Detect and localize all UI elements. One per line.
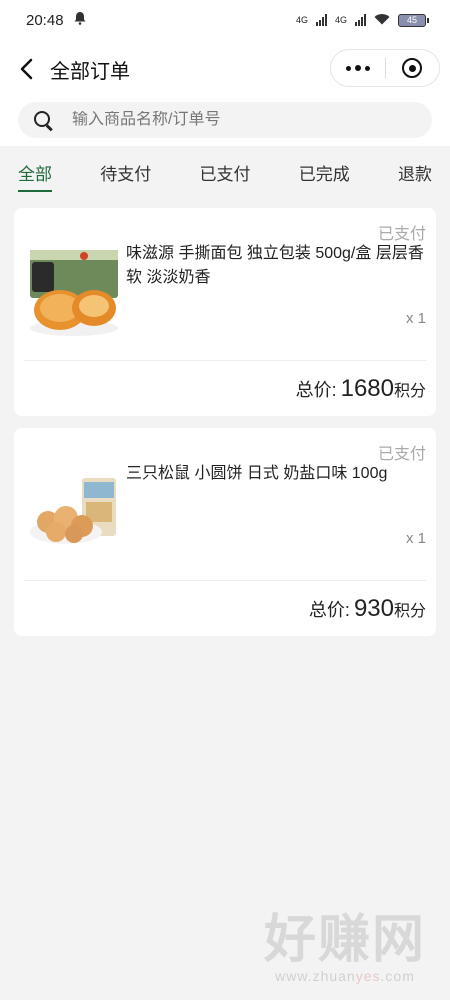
biscuit-pack-image (30, 478, 116, 544)
back-button[interactable] (16, 54, 36, 84)
bread-box-image (30, 250, 118, 336)
tab-completed[interactable]: 已完成 (299, 146, 350, 198)
target-circle-icon (402, 58, 423, 78)
watermark-url-part: yes (355, 968, 381, 984)
status-time: 20:48 (26, 11, 64, 29)
tab-pending-payment[interactable]: 待支付 (100, 146, 151, 198)
order-card[interactable]: 已支付 味滋源 手撕面包 独立包装 500g/盒 层层香软 淡淡奶香 x 1 总… (14, 208, 436, 416)
chevron-left-icon (20, 58, 33, 80)
order-total: 总价: 1680 积分 (24, 360, 426, 416)
signal-icon (315, 14, 327, 26)
battery-icon: 45 (398, 13, 429, 27)
watermark-url: www.zhuanyes.com (264, 968, 426, 984)
total-label: 总价: (308, 599, 350, 620)
tab-paid[interactable]: 已支付 (200, 146, 251, 198)
watermark-url-part: .com (380, 968, 415, 984)
search-icon (32, 109, 54, 131)
total-unit: 积分 (393, 382, 426, 400)
product-title: 三只松鼠 小圆饼 日式 奶盐口味 100g (126, 465, 388, 482)
watermark: 好赚网 www.zhuanyes.com (264, 912, 426, 984)
search-bar (0, 98, 450, 146)
product-image[interactable] (24, 242, 124, 342)
signal-label-1: 4G (295, 15, 308, 25)
order-card[interactable]: 已支付 三只松鼠 小圆饼 日式 奶盐口味 100g x 1 总价: 930 积分 (14, 428, 436, 636)
order-total: 总价: 930 积分 (24, 580, 426, 636)
search-box[interactable] (18, 102, 432, 138)
close-mini-program-button[interactable] (386, 58, 440, 78)
signal-icon (355, 14, 366, 26)
order-status: 已支付 (377, 226, 426, 243)
order-status: 已支付 (377, 446, 426, 463)
product-title: 味滋源 手撕面包 独立包装 500g/盒 层层香软 淡淡奶香 (126, 245, 424, 286)
mini-program-capsule (330, 49, 440, 87)
nav-bar: 全部订单 (0, 40, 450, 98)
battery-level: 45 (406, 15, 417, 25)
page-title: 全部订单 (50, 60, 130, 83)
header: 20:48 4G 4G 45 全部订单 (0, 0, 450, 146)
order-list: 已支付 味滋源 手撕面包 独立包装 500g/盒 层层香软 淡淡奶香 x 1 总… (0, 198, 450, 658)
wifi-icon (374, 13, 390, 27)
total-label: 总价: (295, 379, 337, 400)
watermark-text: 好赚网 (263, 911, 426, 969)
tab-all[interactable]: 全部 (18, 146, 52, 198)
tab-refund[interactable]: 退款 (398, 146, 432, 198)
status-bar: 20:48 4G 4G 45 (0, 0, 450, 40)
more-menu-button[interactable] (331, 65, 385, 71)
order-tabs: 全部 待支付 已支付 已完成 退款 (0, 146, 450, 198)
watermark-url-part: www.zhuan (275, 968, 356, 984)
product-quantity: x 1 (405, 530, 426, 547)
search-input[interactable] (72, 111, 418, 129)
dot-icon (345, 65, 351, 71)
total-unit: 积分 (393, 602, 426, 620)
product-image[interactable] (24, 462, 124, 562)
dot-icon (354, 65, 361, 71)
total-value: 930 (353, 594, 394, 622)
product-quantity: x 1 (405, 310, 426, 327)
signal-label-2: 4G (334, 15, 347, 25)
notification-icon (74, 11, 86, 29)
dot-icon (364, 65, 370, 71)
total-value: 1680 (340, 374, 394, 402)
